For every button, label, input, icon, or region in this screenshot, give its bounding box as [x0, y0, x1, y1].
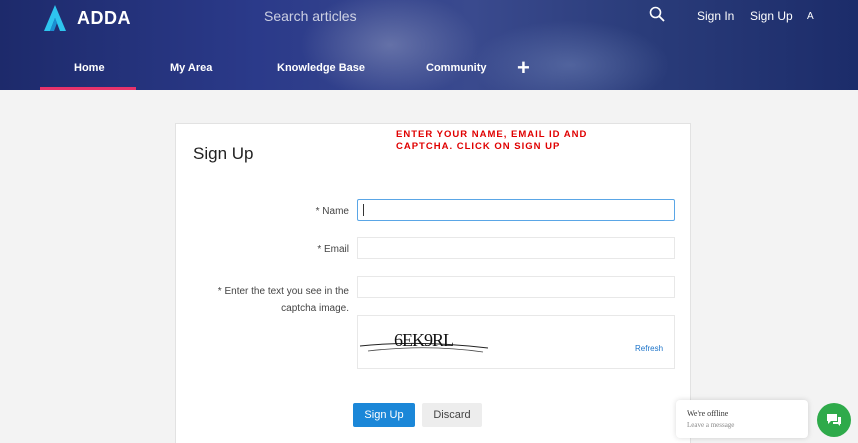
- adda-logo-icon: [44, 5, 66, 31]
- captcha-label: * Enter the text you see in the captcha …: [186, 283, 349, 317]
- discard-button[interactable]: Discard: [422, 403, 482, 427]
- nav-my-area[interactable]: My Area: [170, 62, 212, 74]
- captcha-label-line-2: captcha image.: [281, 303, 349, 314]
- name-field[interactable]: [357, 199, 675, 221]
- top-header: ADDA Search articles Sign In Sign Up A H…: [0, 0, 858, 90]
- chat-bubble-icon: [827, 414, 841, 426]
- add-plus-icon[interactable]: +: [517, 57, 530, 79]
- header-background-photo-2: [470, 20, 670, 90]
- language-selector[interactable]: A: [807, 11, 814, 22]
- sign-up-button[interactable]: Sign Up: [353, 403, 415, 427]
- chat-status: We're offline: [687, 409, 729, 418]
- email-field[interactable]: [357, 237, 675, 259]
- captcha-input[interactable]: [357, 276, 675, 298]
- captcha-label-line-1: * Enter the text you see in the: [217, 286, 349, 297]
- name-label: * Name: [315, 206, 349, 217]
- email-label: * Email: [317, 244, 349, 255]
- search-input[interactable]: Search articles: [264, 8, 357, 24]
- signup-card: Sign Up ENTER YOUR NAME, EMAIL ID AND CA…: [175, 123, 691, 443]
- nav-knowledge-base[interactable]: Knowledge Base: [277, 62, 365, 74]
- nav-community[interactable]: Community: [426, 62, 487, 74]
- logo-text: ADDA: [77, 7, 131, 28]
- chat-subtext: Leave a message: [687, 421, 735, 429]
- sign-in-link[interactable]: Sign In: [697, 9, 734, 23]
- active-nav-indicator: [40, 87, 136, 90]
- nav-home[interactable]: Home: [74, 62, 105, 74]
- adda-logo[interactable]: ADDA: [43, 4, 131, 32]
- text-cursor: [363, 204, 364, 216]
- chat-launcher-button[interactable]: [817, 403, 851, 437]
- sign-up-link[interactable]: Sign Up: [750, 9, 793, 23]
- search-icon[interactable]: [649, 6, 665, 27]
- page-title: Sign Up: [193, 144, 254, 163]
- instruction-annotation: ENTER YOUR NAME, EMAIL ID AND CAPTCHA. C…: [396, 129, 588, 152]
- chat-widget[interactable]: We're offline Leave a message: [676, 400, 808, 438]
- captcha-image-box: 6EK9RL Refresh: [357, 315, 675, 369]
- captcha-image-text: 6EK9RL: [394, 330, 454, 350]
- refresh-captcha-link[interactable]: Refresh: [635, 344, 663, 353]
